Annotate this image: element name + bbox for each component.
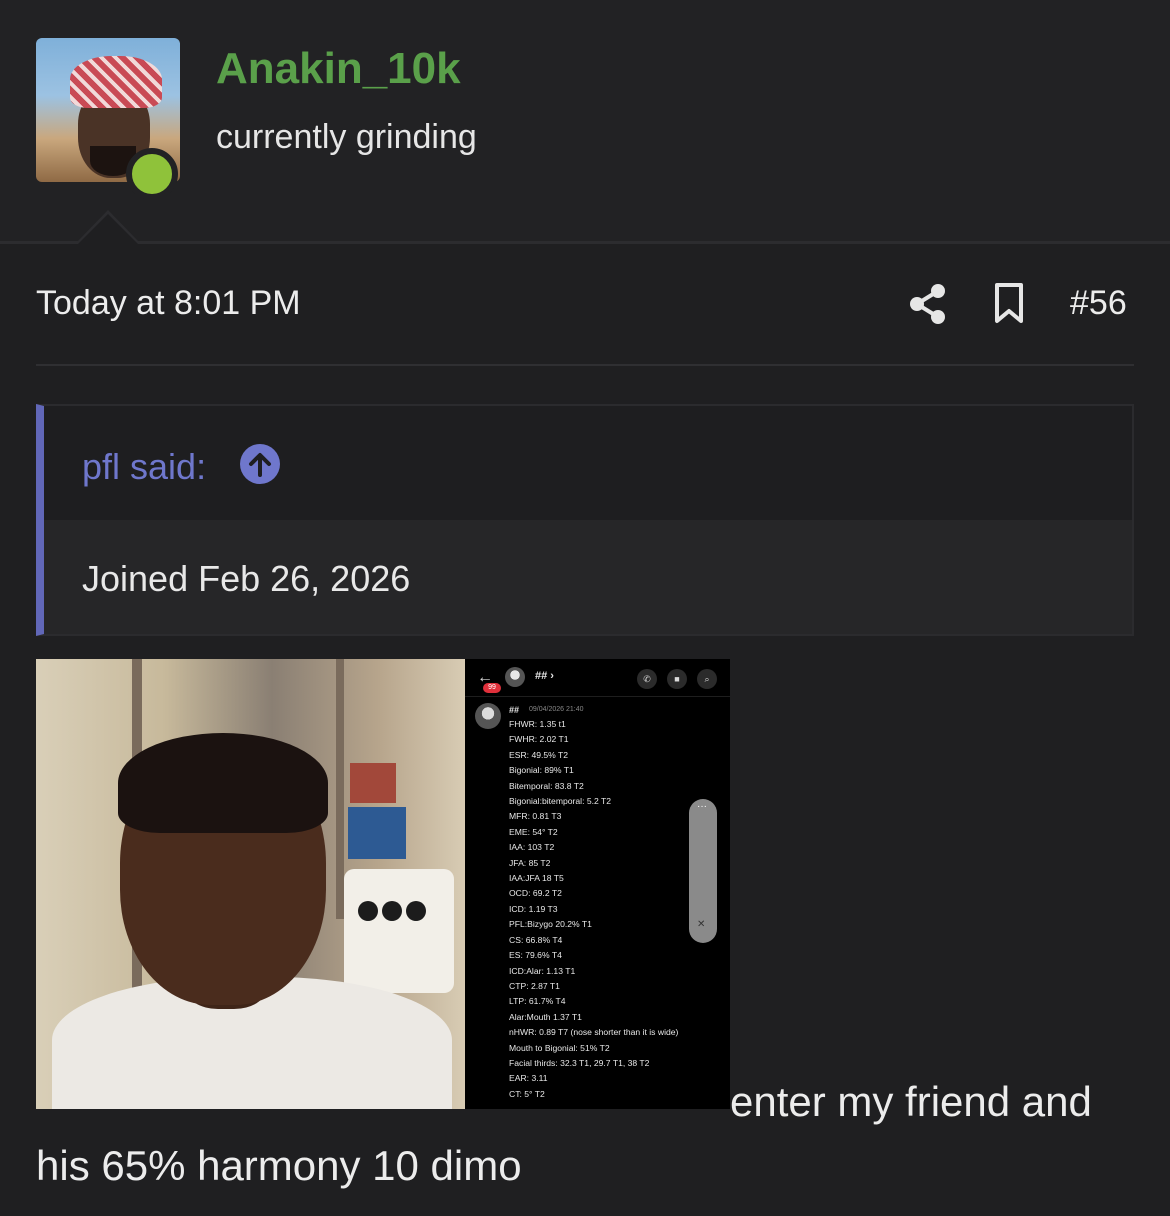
arrow-up-circle-icon[interactable] (240, 444, 280, 484)
portrait-photo (36, 659, 465, 1109)
message-line: ES: 79.6% T4 (509, 950, 562, 961)
message-line: LTP: 61.7% T4 (509, 996, 566, 1007)
phone-prop (344, 869, 454, 993)
forum-post: Anakin_10k currently grinding Today at 8… (0, 0, 1170, 1216)
message-line: FHWR: 1.35 t1 (509, 719, 566, 729)
share-icon[interactable] (908, 282, 948, 326)
quote-block: pfl said: Joined Feb 26, 2026 (36, 404, 1134, 636)
message-line: Bitemporal: 83.8 T2 (509, 780, 584, 791)
post-number[interactable]: #56 (1070, 284, 1127, 323)
attached-image[interactable]: ← 99 ## › ✆ ■ ⌕ ## 09/04/2026 21:40 FHWR… (36, 659, 730, 1109)
message-line: nHWR: 0.89 T7 (nose shorter than it is w… (509, 1027, 679, 1038)
quote-header: pfl said: (44, 406, 1132, 520)
sender-avatar (475, 703, 501, 729)
message-line: ESR: 49.5% T2 (509, 749, 569, 760)
dm-header: ← 99 ## › ✆ ■ ⌕ (465, 659, 730, 697)
message-line: ICD: 1.19 T3 (509, 903, 558, 914)
message-line: Mouth to Bigonial: 51% T2 (509, 1042, 610, 1053)
message-line: PFL:Bizygo 20.2% T1 (509, 919, 592, 930)
online-status-indicator (126, 148, 178, 200)
message-line: OCD: 69.2 T2 (509, 888, 562, 899)
video-call-icon: ■ (667, 669, 687, 689)
message-line: CS: 66.8% T4 (509, 934, 563, 945)
user-header: Anakin_10k currently grinding (0, 0, 1170, 244)
message-line: Bigonial: 89% T1 (509, 765, 574, 776)
message-line: MFR: 0.81 T3 (509, 811, 562, 822)
message-line: Bigonial:bitemporal: 5.2 T2 (509, 796, 612, 807)
post-body-text: enter my friend and his 65% harmony 10 d… (36, 1078, 1092, 1189)
unread-badge: 99 (483, 683, 501, 693)
contact-name: ## › (535, 670, 554, 682)
quote-text: Joined Feb 26, 2026 (82, 558, 411, 599)
quote-body: Joined Feb 26, 2026 (44, 520, 1132, 634)
message-line: JFA: 85 T2 (509, 857, 551, 868)
search-icon: ⌕ (697, 669, 717, 689)
mute-icon: ✕ (697, 919, 706, 930)
phone-call-icon: ✆ (637, 669, 657, 689)
message-line: FWHR: 2.02 T1 (509, 734, 569, 745)
message-line: EME: 54° T2 (509, 826, 558, 837)
more-icon: ··· (697, 801, 707, 812)
post-timestamp[interactable]: Today at 8:01 PM (36, 284, 301, 323)
username[interactable]: Anakin_10k (216, 44, 461, 94)
dm-screenshot: ← 99 ## › ✆ ■ ⌕ ## 09/04/2026 21:40 FHWR… (465, 659, 730, 1109)
message-line: Alar:Mouth 1.37 T1 (509, 1011, 582, 1022)
message-line: ICD:Alar: 1.13 T1 (509, 965, 576, 976)
message-line: IAA:JFA 18 T5 (509, 873, 564, 884)
quote-author[interactable]: pfl said: (82, 446, 206, 488)
user-title: currently grinding (216, 118, 477, 156)
message-sender: ## (509, 705, 520, 715)
scroll-handle: ··· ✕ (689, 799, 717, 943)
message-lines: FHWR: 1.35 t1 FWHR: 2.02 T1 ESR: 49.5% T2 B… (509, 717, 678, 1102)
message-line: IAA: 103 T2 (509, 842, 555, 853)
message-line: CTP: 2.87 T1 (509, 980, 560, 991)
divider (36, 364, 1134, 366)
bookmark-icon[interactable] (994, 282, 1024, 324)
contact-avatar (505, 667, 525, 687)
message-timestamp: 09/04/2026 21:40 (529, 706, 584, 713)
